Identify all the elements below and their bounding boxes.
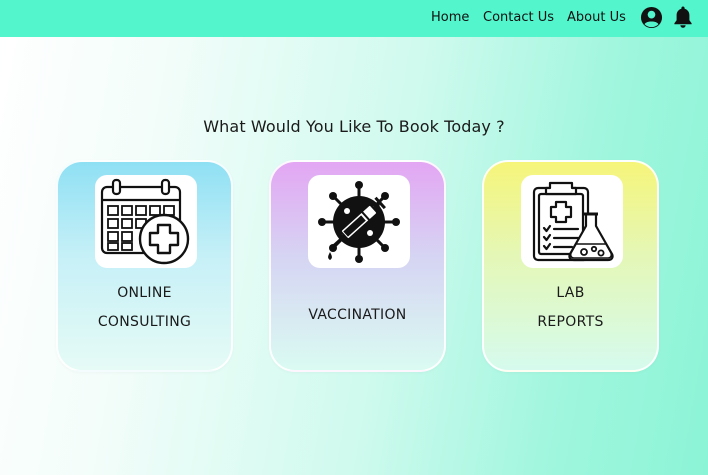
navbar: Home Contact Us About Us — [0, 0, 708, 37]
nav-about-link[interactable]: About Us — [567, 10, 626, 25]
icon-tile — [95, 175, 197, 268]
bell-icon[interactable] — [673, 5, 693, 29]
icon-tile — [308, 175, 410, 268]
card-label-line2: CONSULTING — [97, 314, 192, 330]
nav-home-link[interactable]: Home — [431, 10, 469, 25]
card-label-line2: REPORTS — [537, 314, 604, 330]
card-label-line1: ONLINE — [117, 285, 172, 301]
account-circle-icon[interactable] — [640, 6, 663, 29]
vaccination-card[interactable]: VACCINATION — [269, 160, 446, 372]
nav-contact-link[interactable]: Contact Us — [483, 10, 554, 25]
card-label-line1: LAB — [556, 285, 585, 301]
clipboard-flask-icon — [532, 181, 614, 261]
syringe-virus-icon — [318, 180, 400, 263]
card-label: VACCINATION — [308, 307, 407, 323]
lab-reports-card[interactable]: LAB REPORTS — [482, 160, 659, 372]
calendar-plus-icon — [100, 178, 190, 264]
icon-tile — [521, 175, 623, 268]
online-consulting-card[interactable]: ONLINE CONSULTING — [56, 160, 233, 372]
page-title: What Would You Like To Book Today ? — [203, 117, 505, 136]
